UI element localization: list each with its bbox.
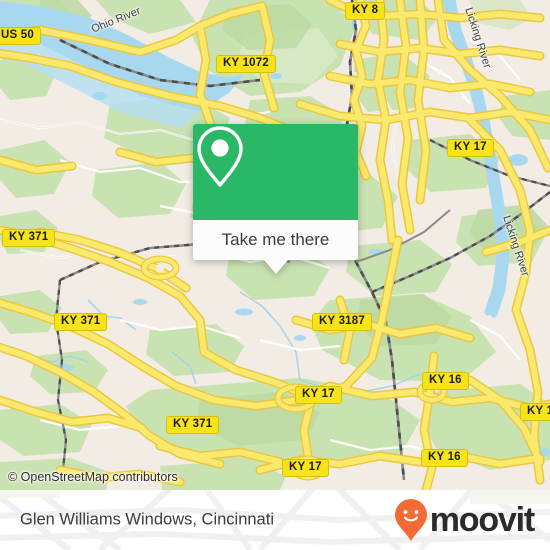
osm-attribution[interactable]: © OpenStreetMap contributors <box>8 470 178 484</box>
location-marker-card[interactable]: Take me there <box>193 124 358 274</box>
marker-card-header <box>193 124 358 220</box>
marker-card-tail <box>263 260 288 274</box>
footer-bar: Glen Williams Windows, Cincinnati moovit <box>0 490 550 550</box>
take-me-there-button[interactable]: Take me there <box>193 220 358 260</box>
road-shield-ky-17-mid[interactable]: KY 17 <box>295 386 342 404</box>
road-shield-ky-16-upper[interactable]: KY 16 <box>422 372 469 390</box>
location-pin-icon <box>197 126 243 187</box>
road-shield-ky-16-lower[interactable]: KY 16 <box>421 449 468 467</box>
moovit-wordmark: moovit <box>429 501 535 539</box>
take-me-there-label: Take me there <box>221 230 330 249</box>
map-canvas[interactable]: Ohio River Licking River Licking River U… <box>0 0 550 490</box>
road-shield-us-50[interactable]: US 50 <box>0 27 41 45</box>
moovit-smiley-pin-icon <box>394 499 427 541</box>
moovit-brand[interactable]: moovit <box>394 498 535 542</box>
road-shield-ky-371-mid[interactable]: KY 371 <box>54 313 108 331</box>
moovit-map-screenshot: Ohio River Licking River Licking River U… <box>0 0 550 550</box>
road-shield-ky-1-edge[interactable]: KY 1 <box>520 403 550 421</box>
road-shield-ky-3187[interactable]: KY 3187 <box>312 313 372 331</box>
road-shield-ky-8[interactable]: KY 8 <box>345 2 386 20</box>
road-shield-ky-371-west[interactable]: KY 371 <box>2 229 56 247</box>
place-name-label: Glen Williams Windows, Cincinnati <box>20 510 274 529</box>
road-shield-ky-17-south[interactable]: KY 17 <box>282 459 329 477</box>
road-shield-ky-1072[interactable]: KY 1072 <box>216 55 276 73</box>
road-shield-ky-17-north[interactable]: KY 17 <box>447 139 494 157</box>
road-shield-ky-371-south[interactable]: KY 371 <box>166 416 220 434</box>
